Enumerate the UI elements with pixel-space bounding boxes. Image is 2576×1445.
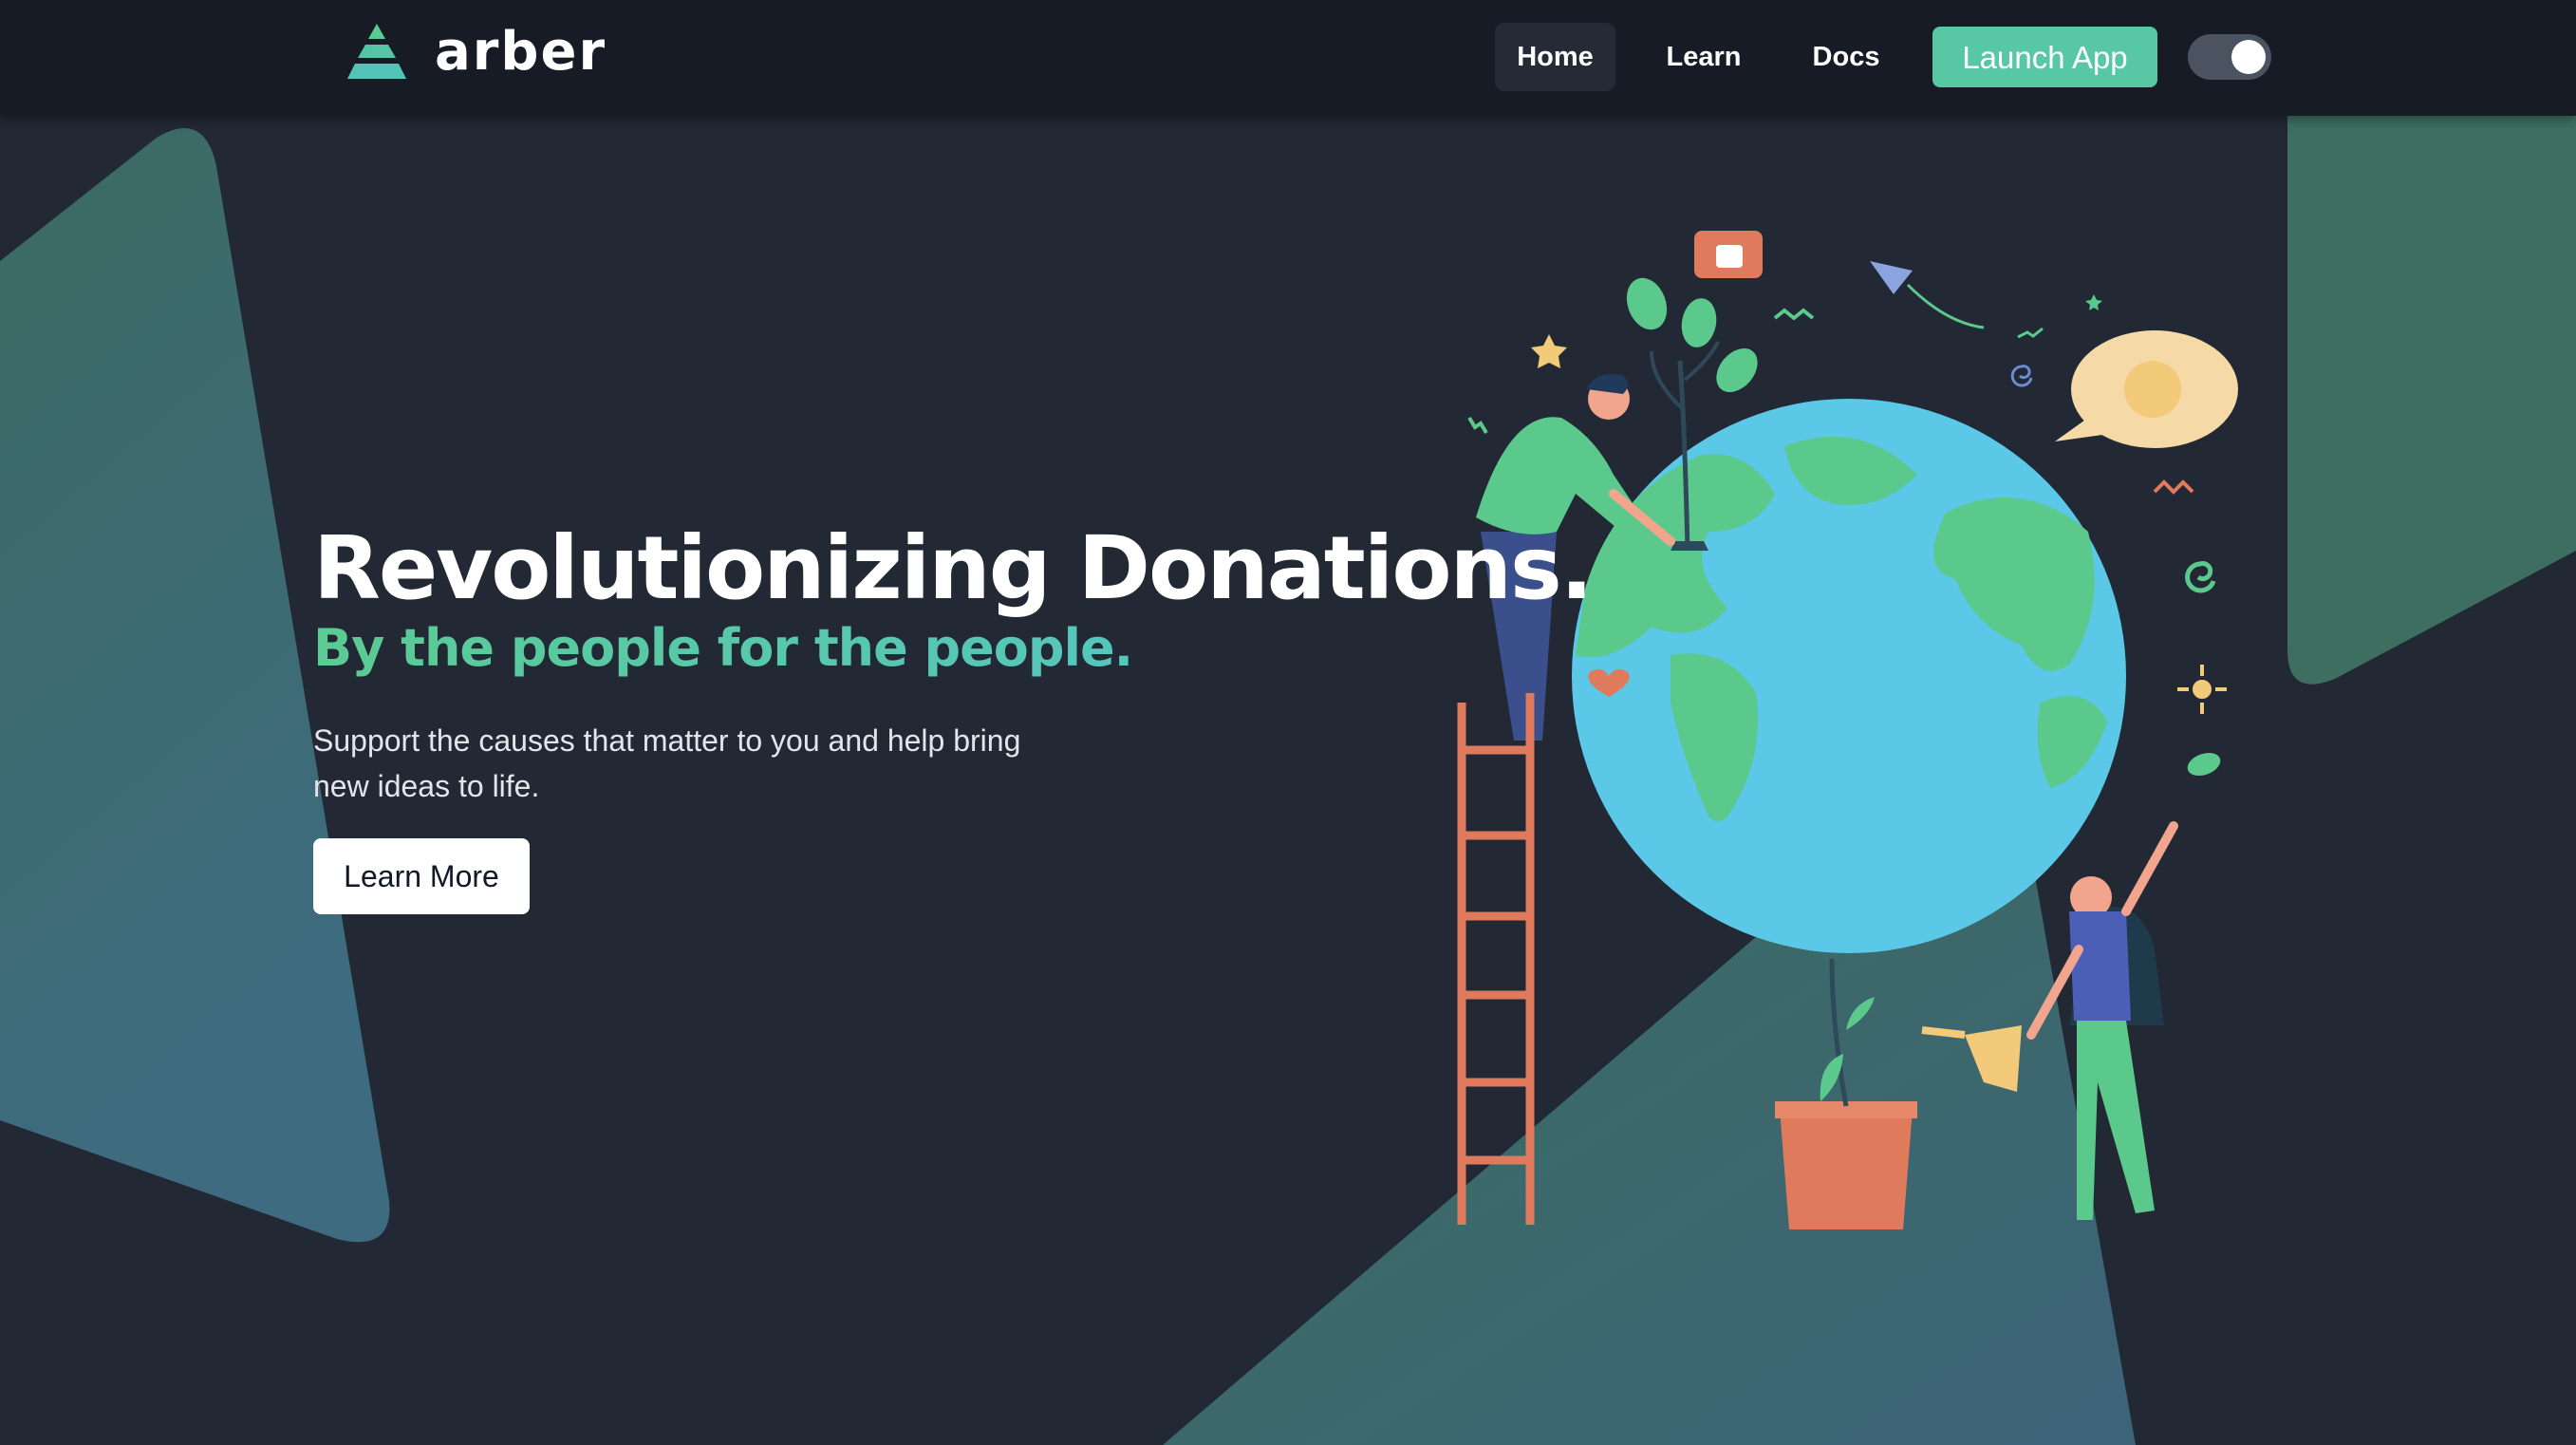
sun-icon (2177, 665, 2227, 714)
potted-plant-icon (1775, 958, 1917, 1229)
launch-app-button[interactable]: Launch App (1932, 27, 2157, 87)
nav-learn-link[interactable]: Learn (1648, 23, 1760, 91)
zigzag-icon (1467, 416, 1488, 435)
leaf-icon (2187, 752, 2221, 777)
zigzag-icon (2017, 327, 2044, 339)
squiggle-icon (1773, 308, 1815, 321)
paper-plane-icon (1870, 261, 1985, 329)
nav-docs-link[interactable]: Docs (1790, 23, 1902, 91)
nav-home-link[interactable]: Home (1495, 23, 1615, 91)
triangle-logo-icon (347, 24, 406, 79)
learn-more-button[interactable]: Learn More (313, 838, 530, 914)
toggle-knob (2231, 40, 2266, 74)
brand-logo[interactable]: arber (338, 21, 607, 84)
theme-toggle[interactable] (2188, 34, 2271, 80)
hero-description: Support the causes that matter to you an… (313, 723, 1021, 803)
like-bubble-icon (1694, 231, 1763, 278)
people-planting-globe-illustration (1457, 231, 2238, 1229)
top-navbar: arber Home Learn Docs Launch App (0, 0, 2576, 116)
hero-title: Revolutionizing Donations. (313, 517, 1594, 619)
star-icon (1531, 334, 1567, 368)
spiral-icon (2010, 365, 2033, 387)
hero-subtitle: By the people for the people. (313, 618, 1133, 678)
chat-bubble-icon (2055, 330, 2238, 448)
right-shape (2287, 116, 2576, 685)
squiggle-icon (2153, 479, 2194, 495)
brand-name: arber (435, 21, 607, 83)
left-shape (0, 128, 390, 1243)
star-icon (2085, 294, 2102, 310)
globe-icon (1572, 399, 2126, 953)
spiral-icon (2185, 561, 2216, 593)
ladder-icon (1457, 693, 1535, 1225)
